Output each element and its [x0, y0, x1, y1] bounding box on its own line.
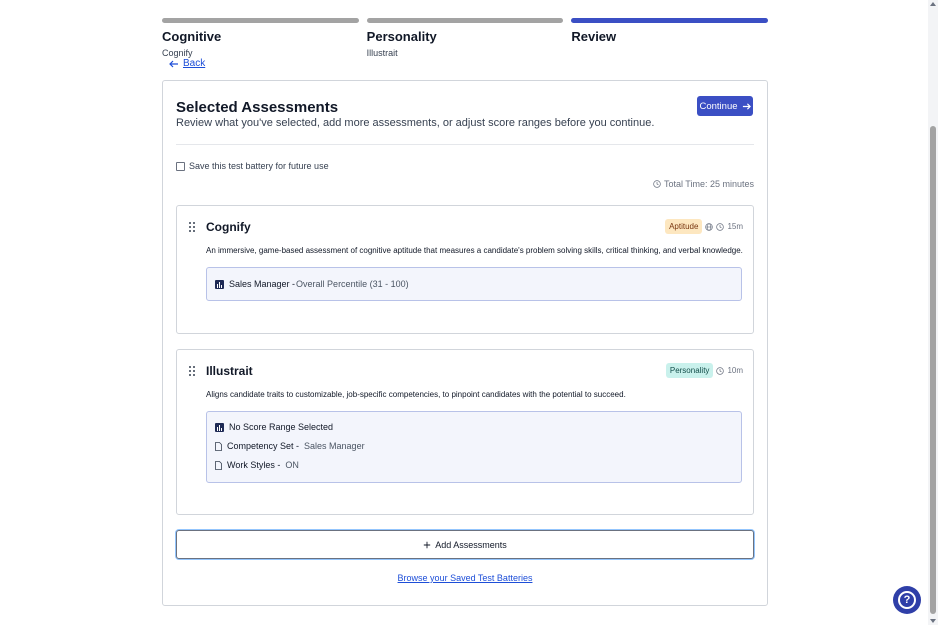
- step-bar: [162, 18, 359, 23]
- plus-icon: [424, 541, 431, 548]
- step-title: Cognitive: [162, 29, 222, 44]
- progress-stepper: Cognitive Cognify Personality Illustrait…: [162, 18, 769, 58]
- score-none: No Score Range Selected: [229, 422, 334, 432]
- add-assessments-button[interactable]: Add Assessments: [176, 530, 754, 559]
- continue-button[interactable]: Continue: [697, 96, 753, 116]
- drag-handle-icon[interactable]: [189, 222, 196, 232]
- assessment-title: Cognify: [206, 220, 251, 234]
- card-description: Review what you've selected, add more as…: [176, 117, 655, 129]
- chart-icon: [215, 422, 224, 432]
- score-name: Sales Manager -: [229, 279, 296, 289]
- help-button[interactable]: ?: [893, 586, 921, 614]
- duration: 10m: [727, 366, 743, 375]
- browse-saved-batteries-link[interactable]: Browse your Saved Test Batteries: [163, 573, 767, 583]
- continue-label: Continue: [699, 100, 738, 112]
- question-icon: ?: [898, 591, 916, 609]
- document-icon: [215, 441, 222, 451]
- back-link[interactable]: Back: [169, 58, 205, 69]
- step-subtitle: Cognify: [162, 48, 193, 58]
- selected-assessments-card: Selected Assessments Review what you've …: [162, 80, 768, 606]
- score-detail: Overall Percentile (31 - 100): [296, 279, 409, 289]
- save-battery-row[interactable]: Save this test battery for future use: [176, 161, 329, 171]
- scrollbar[interactable]: [928, 0, 938, 625]
- divider: [176, 144, 754, 145]
- assessment-title: Illustrait: [206, 364, 253, 378]
- total-time-text: Total Time: 25 minutes: [663, 179, 754, 189]
- assessment-description: An immersive, game-based assessment of c…: [206, 246, 743, 255]
- drag-handle-icon[interactable]: [189, 366, 196, 376]
- step-subtitle: Illustrait: [366, 48, 398, 58]
- score-range-row: No Score Range Selected: [215, 422, 333, 432]
- save-battery-checkbox[interactable]: [176, 161, 185, 171]
- arrow-left-icon: [169, 60, 178, 67]
- assessment-meta: Personality 10m: [665, 363, 743, 378]
- globe-icon: [705, 222, 714, 231]
- clock-icon: [716, 366, 725, 375]
- step-title: Review: [571, 29, 617, 44]
- assessment-meta: Aptitude 15m: [665, 219, 743, 234]
- total-time: Total Time: 25 minutes: [653, 179, 754, 189]
- step-cognitive[interactable]: Cognitive Cognify: [162, 18, 359, 58]
- scroll-down-arrow-icon[interactable]: [930, 619, 936, 623]
- step-bar: [366, 18, 564, 23]
- competency-label: Competency Set -: [227, 441, 300, 451]
- assessment-card-illustrait: Illustrait Personality 10m Aligns candid…: [176, 349, 754, 515]
- clock-icon: [653, 180, 661, 188]
- assessment-description: Aligns candidate traits to customizable,…: [206, 390, 626, 399]
- step-title: Personality: [366, 29, 437, 44]
- competency-value: Sales Manager: [304, 441, 365, 451]
- category-badge: Personality: [665, 363, 714, 378]
- score-range-box[interactable]: Sales Manager - Overall Percentile (31 -…: [206, 267, 742, 301]
- scroll-thumb[interactable]: [930, 126, 936, 614]
- workstyles-row: Work Styles - ON: [215, 460, 299, 470]
- arrow-right-icon: [742, 102, 751, 110]
- back-label: Back: [183, 58, 206, 69]
- step-review[interactable]: Review: [571, 18, 769, 58]
- category-badge: Aptitude: [665, 219, 703, 234]
- workstyles-label: Work Styles -: [227, 460, 281, 470]
- add-label: Add Assessments: [435, 539, 507, 550]
- score-range-row: Sales Manager - Overall Percentile (31 -…: [215, 279, 409, 289]
- step-bar: [571, 18, 769, 23]
- document-icon: [215, 460, 222, 470]
- duration: 15m: [727, 222, 743, 231]
- scroll-up-arrow-icon[interactable]: [930, 2, 936, 6]
- card-title: Selected Assessments: [176, 99, 339, 116]
- chart-icon: [215, 279, 224, 289]
- competency-row: Competency Set - Sales Manager: [215, 441, 365, 451]
- assessment-card-cognify: Cognify Aptitude 15m An immersive, game-…: [176, 205, 754, 334]
- step-subtitle: [571, 48, 768, 58]
- step-personality[interactable]: Personality Illustrait: [366, 18, 564, 58]
- score-range-box[interactable]: No Score Range Selected Competency Set -…: [206, 411, 742, 483]
- workstyles-value: ON: [285, 460, 299, 470]
- save-battery-label: Save this test battery for future use: [189, 161, 329, 171]
- clock-icon: [716, 222, 725, 231]
